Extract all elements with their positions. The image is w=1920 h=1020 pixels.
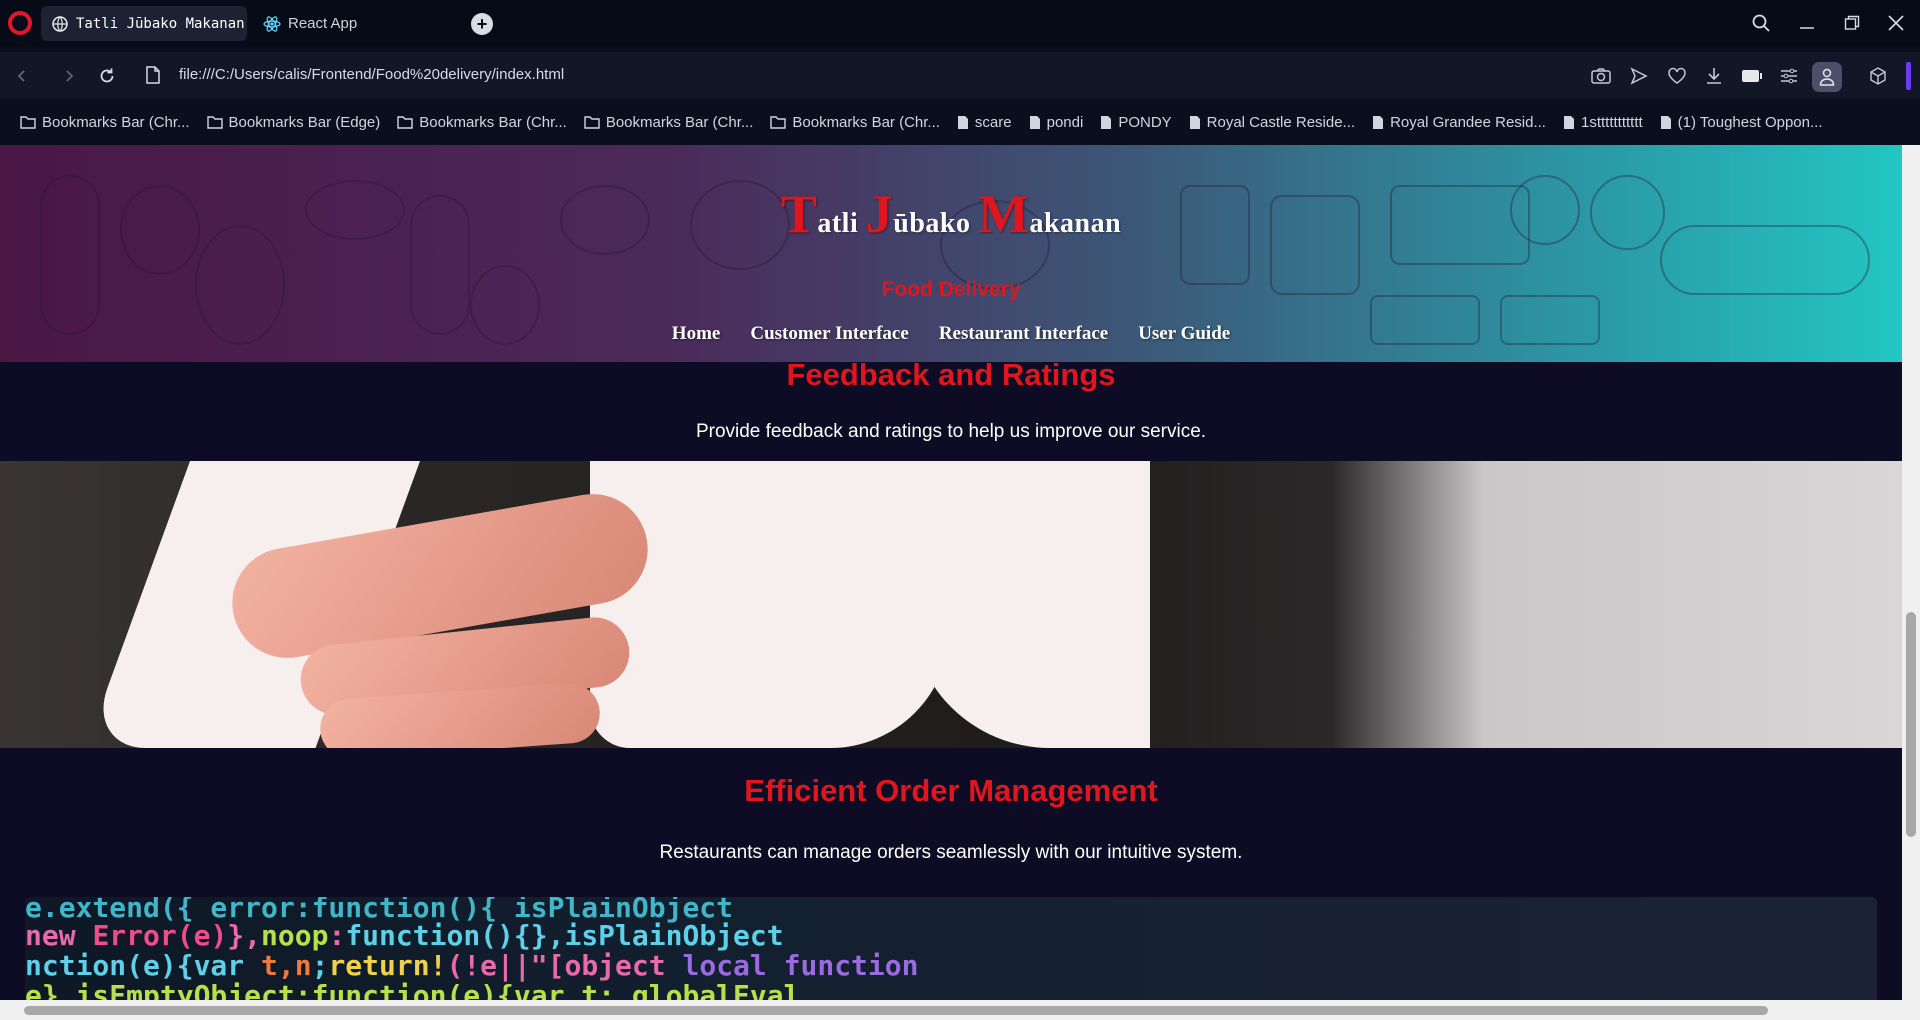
folder-icon — [206, 115, 223, 129]
minimize-icon[interactable] — [1788, 8, 1826, 38]
file-icon — [1029, 115, 1041, 130]
file-icon — [1100, 115, 1112, 130]
profile-avatar-icon[interactable] — [1812, 62, 1842, 92]
tab-bar: Tatli Jūbako Makanan D React App + — [0, 0, 1920, 47]
bookmark-label: Bookmarks Bar (Chr... — [42, 113, 190, 131]
file-icon — [957, 115, 969, 130]
main-nav: Home Customer Interface Restaurant Inter… — [0, 323, 1902, 345]
bookmark-item[interactable]: Bookmarks Bar (Chr... — [20, 114, 190, 131]
send-icon[interactable] — [1627, 64, 1651, 88]
heart-icon[interactable] — [1665, 64, 1689, 88]
back-icon[interactable] — [8, 62, 36, 90]
bookmark-item[interactable]: 1sttttttttttt — [1563, 114, 1643, 131]
receipt-photo — [0, 461, 1902, 748]
bookmark-label: scare — [974, 113, 1012, 131]
vertical-scrollbar[interactable] — [1902, 145, 1920, 1000]
folder-icon — [770, 115, 787, 129]
bookmark-label: Bookmarks Bar (Chr... — [792, 113, 940, 131]
nav-home[interactable]: Home — [672, 323, 721, 345]
page-viewport: Tatli Jūbako Makanan Food Delivery Home … — [0, 145, 1902, 1000]
bookmark-item[interactable]: (1) Toughest Oppon... — [1660, 114, 1823, 131]
forward-icon[interactable] — [55, 62, 83, 90]
cube-icon[interactable] — [1866, 64, 1890, 88]
reload-icon[interactable] — [93, 62, 121, 90]
tab-label: Tatli Jūbako Makanan D — [76, 15, 247, 32]
bookmark-item[interactable]: Bookmarks Bar (Chr... — [770, 114, 940, 131]
bookmarks-bar: Bookmarks Bar (Chr... Bookmarks Bar (Edge… — [0, 104, 1920, 140]
battery-icon[interactable] — [1740, 64, 1764, 88]
restore-icon[interactable] — [1833, 8, 1871, 38]
bookmark-item[interactable]: Bookmarks Bar (Chr... — [397, 114, 567, 131]
section-title-feedback: Feedback and Ratings — [786, 357, 1116, 392]
close-icon[interactable] — [1877, 8, 1915, 38]
bookmark-label: Bookmarks Bar (Chr... — [419, 113, 567, 131]
code-line-3: nction(e){var t,n;return!(!e||"[object l… — [25, 949, 919, 982]
site-header: Tatli Jūbako Makanan Food Delivery Home … — [0, 145, 1902, 362]
bookmark-label: Bookmarks Bar (Edge) — [228, 113, 381, 131]
code-line-4: e},isEmptyObject:function(e){var t; glob… — [25, 979, 801, 1000]
section-title-orders: Efficient Order Management — [744, 773, 1158, 808]
bookmark-label: (1) Toughest Oppon... — [1677, 113, 1823, 131]
tab-label: React App — [288, 15, 358, 32]
nav-restaurant-interface[interactable]: Restaurant Interface — [939, 323, 1108, 345]
file-icon — [1189, 115, 1201, 130]
tab-react-app[interactable]: React App — [253, 6, 453, 41]
file-page-icon — [146, 66, 160, 89]
globe-icon — [51, 15, 69, 33]
new-tab-button[interactable]: + — [471, 13, 493, 35]
settings-sliders-icon[interactable] — [1777, 64, 1801, 88]
receipt-paper-right — [910, 461, 1150, 748]
folder-icon — [397, 115, 413, 129]
bookmark-label: pondi — [1046, 113, 1084, 131]
tab-active[interactable]: Tatli Jūbako Makanan D — [41, 6, 247, 41]
horizontal-scrollbar-thumb[interactable] — [24, 1006, 1768, 1015]
nav-customer-interface[interactable]: Customer Interface — [750, 323, 908, 345]
section-text-orders: Restaurants can manage orders seamlessly… — [659, 842, 1243, 863]
site-title: Tatli Jūbako Makanan — [780, 184, 1122, 244]
bookmark-label: Bookmarks Bar (Chr... — [605, 113, 754, 131]
sidebar-accent — [1906, 62, 1911, 90]
file-icon — [1372, 115, 1384, 130]
bookmark-item[interactable]: Royal Grandee Resid... — [1372, 114, 1546, 131]
bookmark-label: PONDY — [1118, 113, 1172, 131]
bookmark-label: Royal Castle Reside... — [1206, 113, 1356, 131]
address-bar: file:///C:/Users/calis/Frontend/Food%20d… — [0, 52, 1920, 98]
receipt-paper-center — [590, 461, 950, 748]
vertical-scrollbar-thumb[interactable] — [1906, 612, 1916, 837]
opera-logo-icon[interactable] — [8, 11, 32, 35]
bookmark-item[interactable]: pondi — [1029, 113, 1084, 131]
browser-chrome: Tatli Jūbako Makanan D React App + file:… — [0, 0, 1920, 145]
folder-icon — [20, 115, 36, 129]
bookmark-label: 1sttttttttttt — [1580, 113, 1643, 131]
code-photo: e.extend({ error:function(){ isPlainObje… — [25, 897, 1877, 1000]
file-icon — [1660, 115, 1672, 130]
bookmark-item[interactable]: Royal Castle Reside... — [1189, 114, 1355, 131]
search-icon[interactable] — [1742, 8, 1780, 38]
camera-icon[interactable] — [1589, 64, 1613, 88]
folder-icon — [584, 115, 600, 129]
download-icon[interactable] — [1702, 64, 1726, 88]
site-subtitle: Food Delivery — [881, 278, 1021, 301]
file-icon — [1563, 115, 1575, 130]
code-line-2: new Error(e)},noop:function(){},isPlainO… — [25, 919, 784, 952]
nav-user-guide[interactable]: User Guide — [1138, 323, 1230, 345]
react-icon — [263, 15, 281, 33]
bookmark-item[interactable]: Bookmarks Bar (Chr... — [584, 113, 754, 131]
bookmark-label: Royal Grandee Resid... — [1390, 113, 1546, 131]
bookmark-item[interactable]: scare — [957, 114, 1012, 131]
bookmark-item[interactable]: Bookmarks Bar (Edge) — [206, 113, 381, 131]
bookmark-item[interactable]: PONDY — [1100, 113, 1172, 131]
url-field[interactable]: file:///C:/Users/calis/Frontend/Food%20d… — [179, 66, 564, 83]
section-text-feedback: Provide feedback and ratings to help us … — [695, 421, 1207, 442]
